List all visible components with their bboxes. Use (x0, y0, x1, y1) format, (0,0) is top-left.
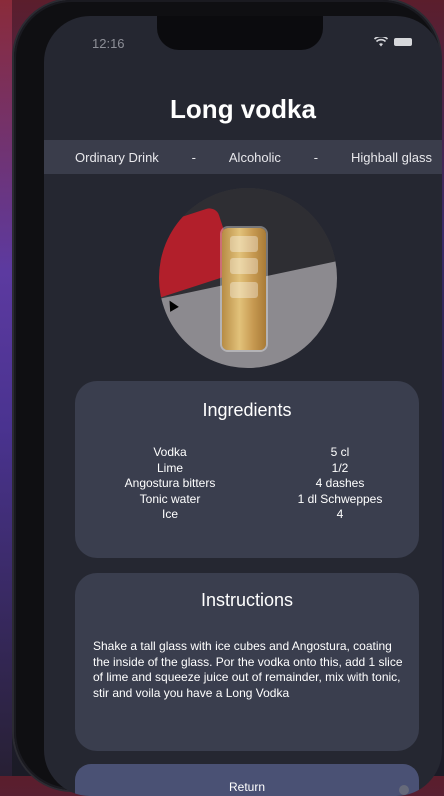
ingredient-name: Lime (156, 460, 183, 475)
return-button[interactable]: Return (75, 764, 419, 796)
ingredients-card: Ingredients Vodka 5 cl Lime 1/2 Angostur… (75, 381, 419, 558)
ingredient-row: Vodka 5 cl (75, 445, 419, 461)
instructions-text: Shake a tall glass with ice cubes and An… (93, 639, 403, 700)
phone-frame: 12:16 Long vodka Ordinary Drink - Alcoho… (14, 0, 442, 796)
ingredient-name: Angostura bitters (124, 476, 216, 490)
return-button-label: Return (228, 780, 266, 794)
drink-glass: Highball glass (351, 149, 432, 165)
ingredient-name: Tonic water (139, 491, 201, 506)
status-time: 12:16 (92, 36, 125, 51)
desktop-wallpaper-edge (0, 0, 12, 776)
instructions-card: Instructions Shake a tall glass with ice… (75, 573, 419, 751)
drink-meta-bar: Ordinary Drink - Alcoholic - Highball gl… (44, 140, 442, 174)
ingredients-list: Vodka 5 cl Lime 1/2 Angostura bitters 4 … (75, 445, 419, 523)
ingredient-measure: 4 (336, 507, 344, 521)
ingredient-measure: 5 cl (330, 445, 350, 459)
ingredients-title: Ingredients (202, 400, 292, 420)
ingredient-name: Vodka (153, 445, 187, 459)
ingredient-row: Ice 4 (75, 507, 419, 523)
ingredient-row: Tonic water 1 dl Schweppes (75, 492, 419, 508)
ingredient-measure: 4 dashes (315, 476, 365, 490)
app-screen: 12:16 Long vodka Ordinary Drink - Alcoho… (44, 16, 442, 796)
battery-icon (394, 38, 412, 46)
drink-alcoholic: Alcoholic (228, 149, 281, 165)
ingredient-measure: 1/2 (331, 460, 349, 475)
glass-image (222, 228, 266, 350)
touch-indicator-icon (399, 785, 409, 795)
ingredient-row: Lime 1/2 (75, 461, 419, 477)
ingredient-name: Ice (161, 507, 178, 521)
drink-photo (159, 188, 337, 368)
meta-separator: - (313, 149, 319, 165)
ingredient-measure: 1 dl Schweppes (297, 491, 383, 506)
meta-separator: - (191, 149, 197, 165)
drink-title: Long vodka (170, 94, 316, 124)
instructions-title: Instructions (200, 590, 294, 610)
wifi-icon (374, 37, 388, 47)
camera-notch (157, 16, 323, 50)
status-bar: 12:16 (44, 16, 442, 66)
ingredient-row: Angostura bitters 4 dashes (75, 476, 419, 492)
drink-category: Ordinary Drink (75, 149, 159, 165)
status-icons (374, 37, 412, 47)
